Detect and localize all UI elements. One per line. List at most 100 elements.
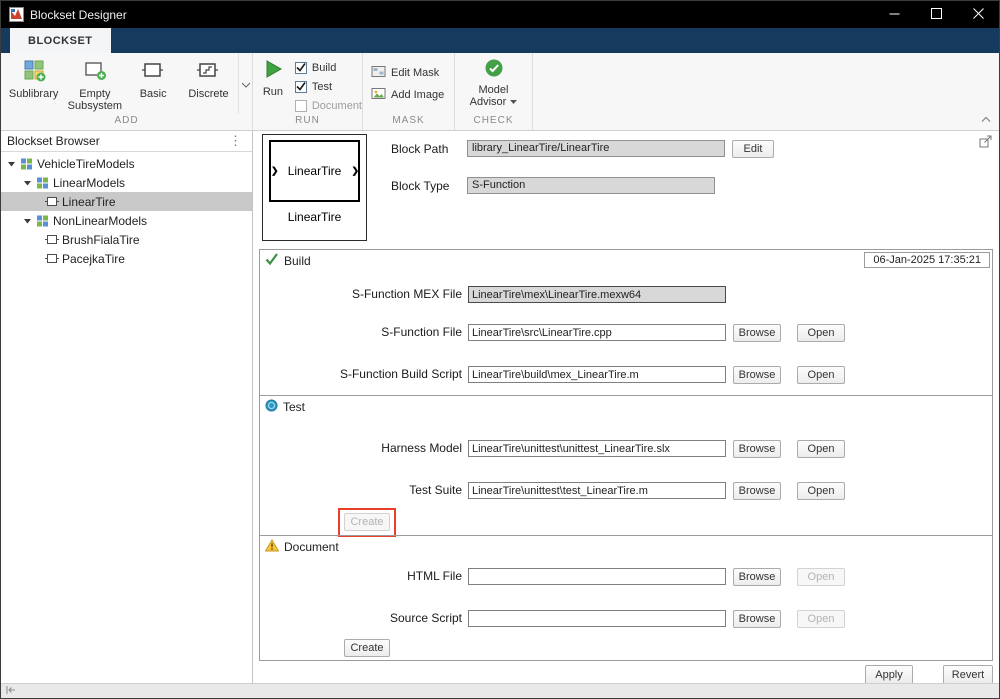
blockset-browser-panel: Blockset Browser ⋮ VehicleTireModels Lin…	[1, 131, 253, 685]
block-preview-name: LinearTire	[288, 164, 342, 178]
open-button[interactable]: Open	[797, 440, 845, 458]
basic-button[interactable]: Basic	[128, 53, 179, 114]
empty-subsystem-icon	[83, 58, 107, 85]
titlebar: Blockset Designer	[1, 1, 999, 28]
empty-subsystem-button[interactable]: Empty Subsystem	[66, 53, 123, 114]
test-create-button[interactable]: Create	[344, 513, 390, 531]
block-icon	[43, 234, 60, 245]
mex-file-label: S-Function MEX File	[260, 286, 462, 303]
sublibrary-icon	[34, 215, 51, 227]
statusbar	[1, 683, 999, 698]
test-checkbox[interactable]: Test	[295, 79, 362, 94]
toolstrip-section-check: Model Advisor CHECK	[455, 53, 533, 130]
browse-button[interactable]: Browse	[733, 440, 781, 458]
apply-button[interactable]: Apply	[865, 665, 913, 684]
sublibrary-icon	[22, 58, 46, 85]
close-button[interactable]	[957, 1, 999, 28]
build-checkbox-label: Build	[312, 62, 336, 74]
edit-button[interactable]: Edit	[732, 140, 774, 158]
add-gallery-dropdown[interactable]	[238, 53, 252, 114]
body: Blockset Browser ⋮ VehicleTireModels Lin…	[1, 131, 999, 685]
section-label-run: RUN	[253, 114, 362, 130]
source-script-label: Source Script	[260, 610, 462, 627]
tree-item-vehicletiremodels[interactable]: VehicleTireModels	[1, 154, 252, 173]
dock-left-icon[interactable]	[5, 684, 17, 698]
block-icon	[43, 196, 60, 207]
open-button: Open	[797, 568, 845, 586]
build-script-field[interactable]	[468, 366, 726, 383]
toolstrip-section-mask: Edit Mask Add Image MASK	[363, 53, 455, 130]
maximize-button[interactable]	[915, 1, 957, 28]
model-advisor-label: Model Advisor	[470, 84, 518, 108]
build-section-title: Build	[284, 254, 311, 268]
warning-icon	[265, 539, 279, 555]
add-image-button[interactable]: Add Image	[363, 86, 454, 104]
revert-button[interactable]: Revert	[943, 665, 993, 684]
tree-item-label: LinearTire	[60, 195, 116, 209]
toolstrip: Sublibrary Empty Subsystem Basic	[1, 53, 999, 131]
discrete-button[interactable]: Discrete	[183, 53, 234, 114]
chevron-down-icon[interactable]	[21, 179, 34, 187]
chevron-down-icon[interactable]	[21, 217, 34, 225]
run-button[interactable]: Run	[261, 53, 285, 114]
checkbox-checked-icon	[295, 62, 307, 74]
toolstrip-section-add: Sublibrary Empty Subsystem Basic	[1, 53, 253, 130]
model-advisor-icon	[484, 58, 504, 81]
tree-item-label: VehicleTireModels	[35, 157, 135, 171]
test-suite-field[interactable]	[468, 482, 726, 499]
document-checkbox[interactable]: Document	[295, 98, 362, 113]
browse-button[interactable]: Browse	[733, 610, 781, 628]
panel-menu-icon[interactable]: ⋮	[225, 133, 246, 149]
tree-item-linearmodels[interactable]: LinearModels	[1, 173, 252, 192]
minimize-button[interactable]	[873, 1, 915, 28]
block-path-label: Block Path	[391, 142, 448, 156]
tree-item-label: LinearModels	[51, 176, 125, 190]
browse-button[interactable]: Browse	[733, 482, 781, 500]
browse-button[interactable]: Browse	[733, 366, 781, 384]
open-button[interactable]: Open	[797, 482, 845, 500]
open-button[interactable]: Open	[797, 366, 845, 384]
collapse-toolstrip-icon[interactable]	[981, 112, 991, 126]
tree-item-pacejkatire[interactable]: PacejkaTire	[1, 249, 252, 268]
block-icon	[43, 253, 60, 264]
block-preview-caption: LinearTire	[269, 210, 360, 224]
test-icon	[265, 399, 278, 415]
test-suite-label: Test Suite	[260, 482, 462, 499]
chevron-down-icon[interactable]	[5, 160, 18, 168]
block-type-label: Block Type	[391, 179, 449, 193]
source-script-field[interactable]	[468, 610, 726, 627]
basic-block-icon	[141, 58, 165, 85]
document-create-button[interactable]: Create	[344, 639, 390, 657]
browse-button[interactable]: Browse	[733, 568, 781, 586]
model-advisor-button[interactable]: Model Advisor	[462, 53, 526, 114]
harness-model-field[interactable]	[468, 440, 726, 457]
sfunction-file-field[interactable]	[468, 324, 726, 341]
tab-blockset[interactable]: BLOCKSET	[10, 28, 111, 53]
minimize-icon	[889, 8, 900, 22]
detail-sections: Build 06-Jan-2025 17:35:21 S-Function ME…	[259, 249, 993, 661]
output-port-icon: ❯	[351, 166, 359, 177]
tree-item-nonlinearmodels[interactable]: NonLinearModels	[1, 211, 252, 230]
tree-item-lineartire[interactable]: LinearTire	[1, 192, 252, 211]
sublibrary-button[interactable]: Sublibrary	[5, 53, 62, 114]
edit-mask-button[interactable]: Edit Mask	[363, 64, 454, 82]
main-panel: ❯ LinearTire ❯ LinearTire Block Path lib…	[254, 131, 999, 685]
build-script-label: S-Function Build Script	[260, 366, 462, 383]
harness-model-label: Harness Model	[260, 440, 462, 457]
maximize-icon	[931, 8, 942, 22]
input-port-icon: ❯	[271, 166, 279, 177]
tree-item-label: BrushFialaTire	[60, 233, 140, 247]
html-file-field[interactable]	[468, 568, 726, 585]
blockset-tree: VehicleTireModels LinearModels LinearTir…	[1, 152, 252, 268]
section-label-mask: MASK	[363, 114, 454, 130]
tree-item-brushfialatire[interactable]: BrushFialaTire	[1, 230, 252, 249]
undock-icon[interactable]	[979, 135, 992, 151]
checkbox-checked-icon	[295, 81, 307, 93]
run-play-icon	[262, 58, 284, 83]
browse-button[interactable]: Browse	[733, 324, 781, 342]
discrete-label: Discrete	[188, 88, 228, 100]
document-section: Document HTML File Browse Open Source Sc…	[260, 535, 992, 660]
open-button[interactable]: Open	[797, 324, 845, 342]
build-checkbox[interactable]: Build	[295, 60, 362, 75]
window-title: Blockset Designer	[30, 8, 127, 22]
